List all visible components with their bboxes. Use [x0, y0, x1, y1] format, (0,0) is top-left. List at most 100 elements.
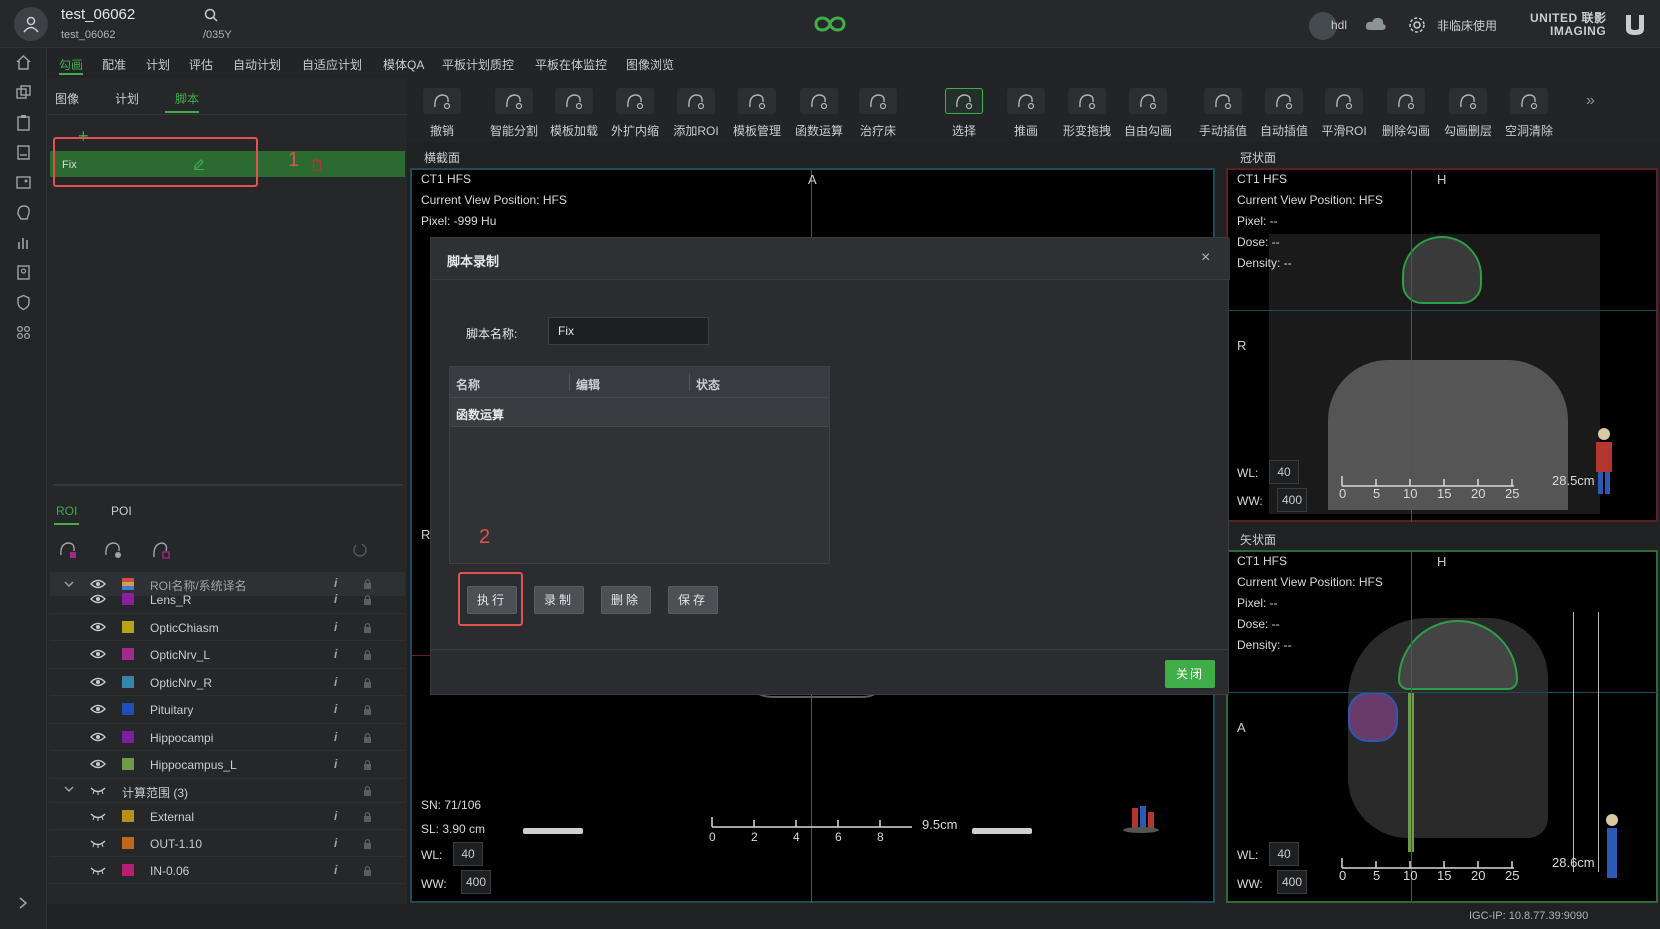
- roi-row[interactable]: OpticNrv_L i: [50, 641, 405, 669]
- template-load-tool-button[interactable]: 模板加载: [545, 82, 603, 140]
- roi-row[interactable]: Hippocampi i: [50, 724, 405, 751]
- cloud-icon[interactable]: [1364, 15, 1388, 33]
- lock-icon[interactable]: [363, 865, 372, 876]
- deform-drag-tool-button[interactable]: 形变拖拽: [1058, 82, 1116, 140]
- report-icon[interactable]: [15, 144, 32, 161]
- menu-phantom-qa[interactable]: 模体QA: [383, 56, 424, 73]
- couch-tool-button[interactable]: 治疗床: [849, 82, 907, 140]
- eye-icon[interactable]: [90, 594, 106, 604]
- sagittal-wl-input[interactable]: 40: [1269, 842, 1299, 866]
- head-icon[interactable]: [15, 204, 32, 221]
- free-draw-tool-button[interactable]: 自由勾画: [1119, 82, 1177, 140]
- lock-icon[interactable]: [363, 622, 372, 633]
- roi-row[interactable]: Hippocampus_L i: [50, 751, 405, 779]
- subtab-image[interactable]: 图像: [55, 90, 79, 107]
- menu-flat-panel-invivo[interactable]: 平板在体监控: [535, 56, 607, 73]
- record-button[interactable]: 录制: [534, 586, 584, 614]
- info-icon[interactable]: i: [334, 620, 337, 634]
- lock-icon[interactable]: [363, 594, 372, 605]
- info-icon[interactable]: i: [334, 647, 337, 661]
- roi-row[interactable]: OUT-1.10 i: [50, 830, 405, 857]
- lock-icon[interactable]: [363, 811, 372, 822]
- roi-row[interactable]: Lens_R i: [50, 586, 405, 614]
- roi-color-swatch[interactable]: [122, 593, 134, 605]
- roi-tool-1-icon[interactable]: [57, 539, 79, 561]
- roi-row[interactable]: External i: [50, 803, 405, 830]
- table-row[interactable]: 函数运算: [450, 398, 829, 427]
- roi-color-swatch[interactable]: [122, 648, 134, 660]
- roi-tool-2-icon[interactable]: [102, 539, 124, 561]
- roi-color-swatch[interactable]: [122, 730, 134, 743]
- eye-hidden-icon[interactable]: [90, 811, 106, 821]
- collapse-chevron-icon[interactable]: [64, 785, 74, 793]
- eye-icon[interactable]: [90, 677, 106, 687]
- gear-icon[interactable]: [1407, 15, 1427, 35]
- roi-color-swatch[interactable]: [122, 758, 134, 770]
- select-tool-button[interactable]: 选择: [935, 82, 993, 140]
- toolbar-more-icon[interactable]: »: [1586, 92, 1595, 110]
- eye-hidden-icon[interactable]: [90, 865, 106, 875]
- delete-layer-tool-button[interactable]: 勾画删层: [1439, 82, 1497, 140]
- sagittal-ww-input[interactable]: 400: [1277, 870, 1307, 894]
- dialog-close-icon[interactable]: ×: [1201, 249, 1210, 267]
- refresh-icon[interactable]: [350, 540, 370, 560]
- roi-color-swatch[interactable]: [122, 620, 134, 633]
- roi-color-swatch[interactable]: [122, 810, 134, 822]
- smart-segmentation-tool-button[interactable]: 智能分割: [485, 82, 543, 140]
- expand-shrink-tool-button[interactable]: 外扩内缩: [606, 82, 664, 140]
- menu-plan[interactable]: 计划: [146, 56, 170, 73]
- roi-color-swatch[interactable]: [122, 864, 134, 876]
- image-review-icon[interactable]: [15, 174, 32, 191]
- menu-contour[interactable]: 勾画: [59, 56, 83, 73]
- roi-tool-3-icon[interactable]: [150, 539, 172, 561]
- eye-icon[interactable]: [90, 704, 106, 714]
- tab-roi[interactable]: ROI: [56, 504, 77, 518]
- delete-button[interactable]: 删除: [601, 586, 651, 614]
- auto-interpolation-tool-button[interactable]: 自动插值: [1255, 82, 1313, 140]
- subtab-script[interactable]: 脚本: [175, 90, 199, 107]
- statistics-icon[interactable]: [15, 234, 32, 251]
- info-icon[interactable]: i: [334, 863, 337, 877]
- roi-row[interactable]: Pituitary i: [50, 696, 405, 724]
- coronal-ww-input[interactable]: 400: [1277, 488, 1307, 512]
- hole-clear-tool-button[interactable]: 空洞清除: [1500, 82, 1558, 140]
- eye-icon[interactable]: [90, 732, 106, 742]
- smooth-roi-tool-button[interactable]: 平滑ROI: [1315, 82, 1373, 140]
- info-icon[interactable]: i: [334, 809, 337, 823]
- shield-icon[interactable]: [15, 294, 32, 311]
- manual-interpolation-tool-button[interactable]: 手动插值: [1194, 82, 1252, 140]
- info-icon[interactable]: i: [334, 702, 337, 716]
- lock-icon[interactable]: [363, 677, 372, 688]
- menu-evaluation[interactable]: 评估: [189, 56, 213, 73]
- lock-icon[interactable]: [363, 759, 372, 770]
- info-icon[interactable]: i: [334, 730, 337, 744]
- roi-color-swatch[interactable]: [122, 837, 134, 849]
- eye-icon[interactable]: [90, 649, 106, 659]
- eye-hidden-icon[interactable]: [90, 785, 106, 795]
- delete-trash-icon[interactable]: [311, 158, 323, 171]
- roi-row[interactable]: OpticNrv_R i: [50, 669, 405, 696]
- info-icon[interactable]: i: [334, 592, 337, 606]
- tab-poi[interactable]: POI: [111, 504, 132, 518]
- eye-hidden-icon[interactable]: [90, 838, 106, 848]
- menu-adaptive-plan[interactable]: 自适应计划: [302, 56, 362, 73]
- user-name[interactable]: hdl: [1331, 18, 1347, 32]
- lock-icon[interactable]: [363, 704, 372, 715]
- user-avatar-icon[interactable]: [14, 7, 48, 41]
- user-report-icon[interactable]: [15, 264, 32, 281]
- registration-icon[interactable]: [15, 84, 32, 101]
- roi-color-swatch[interactable]: [122, 675, 134, 688]
- clipboard-icon[interactable]: [15, 114, 32, 131]
- template-manage-tool-button[interactable]: 模板管理: [728, 82, 786, 140]
- axial-ww-input[interactable]: 400: [461, 870, 491, 894]
- eye-icon[interactable]: [90, 622, 106, 632]
- lock-icon[interactable]: [363, 732, 372, 743]
- calc-range-group-row[interactable]: 计算范围 (3): [50, 777, 405, 803]
- info-icon[interactable]: i: [334, 675, 337, 689]
- roi-row[interactable]: OpticChiasm i: [50, 614, 405, 641]
- axial-wl-input[interactable]: 40: [453, 842, 483, 866]
- apps-icon[interactable]: [15, 324, 32, 341]
- info-icon[interactable]: i: [334, 757, 337, 771]
- push-draw-tool-button[interactable]: 推画: [997, 82, 1055, 140]
- expand-rail-chevron-icon[interactable]: [18, 897, 28, 909]
